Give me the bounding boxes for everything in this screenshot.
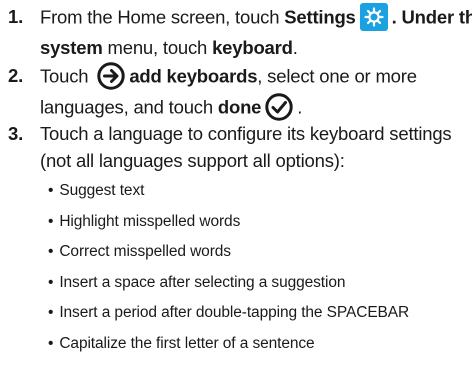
step-text: From the Home screen, touch Settings. Un…: [40, 3, 472, 61]
step-3: 3. Touch a language to configure its key…: [8, 120, 468, 174]
step-line: From the Home screen, touch Settings. Un…: [40, 3, 472, 34]
list-item: Highlight misspelled words: [48, 207, 468, 238]
list-item: Capitalize the first letter of a sentenc…: [48, 329, 468, 360]
keyboard-options-list: Suggest text Highlight misspelled words …: [48, 176, 468, 359]
step-line: Touch a language to configure its keyboa…: [40, 123, 452, 144]
add-keyboards-term: add keyboards: [129, 65, 258, 87]
settings-gear-icon: [359, 3, 388, 31]
step-line: (not all languages support all options):: [40, 150, 345, 171]
list-item: Insert a space after selecting a suggest…: [48, 268, 468, 299]
step-text: Touch a language to configure its keyboa…: [40, 120, 468, 174]
list-item: Insert a period after double-tapping the…: [48, 298, 468, 329]
instruction-page: 1. From the Home screen, touch Settings.…: [0, 0, 472, 367]
step-2: 2. Touch add keyboards, select one or mo…: [8, 62, 468, 124]
list-item: Correct misspelled words: [48, 237, 468, 268]
done-check-icon: [265, 93, 293, 121]
step-number: 1.: [8, 6, 24, 27]
settings-term: Settings: [284, 6, 356, 28]
done-term: done: [217, 96, 262, 118]
step-text: Touch add keyboards, select one or more …: [40, 62, 468, 124]
step-number: 2.: [8, 65, 24, 86]
list-item: Suggest text: [48, 176, 468, 207]
step-number: 3.: [8, 123, 24, 144]
system-term: system: [40, 37, 103, 58]
step-line: system menu, touch keyboard.: [40, 37, 298, 58]
keyboard-term: keyboard: [212, 37, 293, 58]
add-arrow-icon: [97, 62, 126, 90]
step-1: 1. From the Home screen, touch Settings.…: [8, 3, 472, 61]
step-line: Touch add keyboards, select one or more: [40, 62, 468, 93]
